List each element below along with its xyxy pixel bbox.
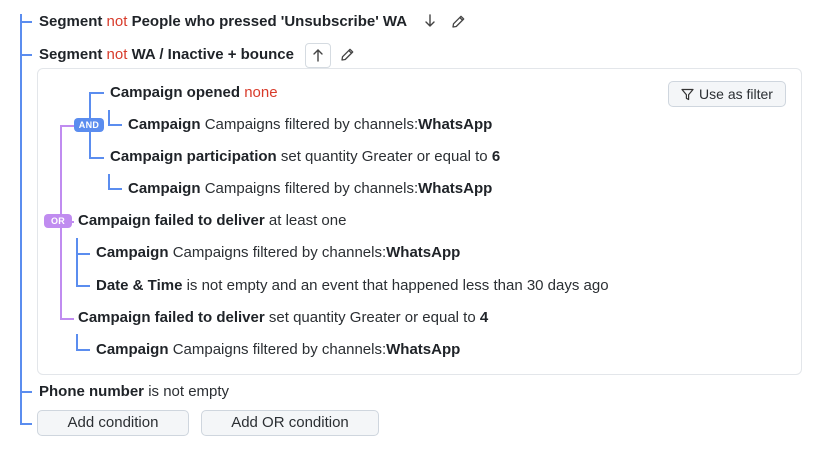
segment-label: Segment [39, 13, 103, 30]
or-connector-failed-2 [60, 318, 74, 320]
segment-condition-1[interactable]: Segment not People who pressed 'Unsubscr… [39, 12, 407, 32]
or-connector-top [60, 125, 74, 127]
or-badge: OR [44, 214, 72, 228]
arrow-up-icon[interactable] [305, 43, 331, 68]
condition-title: Campaign [96, 341, 169, 358]
condition-title: Phone number [39, 383, 145, 400]
negation-label: not [106, 46, 128, 63]
condition-campaign-failed-deliver[interactable]: Campaign failed to deliver at least one [78, 211, 346, 231]
negation-label: not [106, 13, 128, 30]
condition-campaign-participation[interactable]: Campaign participation set quantity Grea… [110, 147, 500, 167]
use-as-filter-label: Use as filter [699, 86, 773, 102]
condition-text: set quantity Greater or equal to [280, 148, 488, 165]
condition-title: Campaign [96, 244, 169, 261]
use-as-filter-button[interactable]: Use as filter [668, 81, 786, 107]
outer-tree-line [20, 14, 22, 425]
condition-title: Campaign [128, 116, 201, 133]
condition-campaign-channel[interactable]: Campaign Campaigns filtered by channels:… [128, 115, 492, 135]
segment-name: WA / Inactive + bounce [131, 46, 294, 63]
connector-segment-1 [20, 21, 32, 23]
pencil-icon[interactable] [445, 11, 471, 35]
segment-name: People who pressed 'Unsubscribe' WA [131, 13, 408, 30]
condition-text: set quantity Greater or equal to [268, 309, 476, 326]
segment-condition-2[interactable]: Segment not WA / Inactive + bounce [39, 45, 294, 65]
pencil-icon[interactable] [334, 44, 360, 68]
condition-text: Campaigns filtered by channels: [172, 341, 387, 358]
condition-campaign-channel[interactable]: Campaign Campaigns filtered by channels:… [96, 340, 460, 360]
add-condition-button[interactable]: Add condition [37, 410, 189, 436]
condition-title: Campaign opened [110, 84, 241, 101]
condition-value: WhatsApp [386, 244, 461, 261]
condition-text: is not empty and an event that happened … [186, 277, 609, 294]
condition-title: Campaign [128, 180, 201, 197]
funnel-icon [681, 88, 694, 101]
add-or-condition-button[interactable]: Add OR condition [201, 410, 379, 436]
arrow-down-icon[interactable] [417, 11, 443, 35]
condition-campaign-failed-deliver[interactable]: Campaign failed to deliver set quantity … [78, 308, 488, 328]
condition-title: Campaign failed to deliver [78, 212, 265, 229]
condition-value: WhatsApp [418, 180, 493, 197]
condition-title: Campaign participation [110, 148, 277, 165]
sub-connector-2 [108, 188, 122, 190]
condition-text: Campaigns filtered by channels: [204, 180, 419, 197]
failed-1-tree-line [76, 238, 78, 286]
and-badge: AND [74, 118, 104, 132]
condition-value: WhatsApp [386, 341, 461, 358]
condition-title: Date & Time [96, 277, 183, 294]
condition-text: is not empty [148, 383, 230, 400]
failed-1-connector-campaign [76, 253, 90, 255]
condition-text: at least one [268, 212, 347, 229]
condition-value: 6 [491, 148, 501, 165]
failed-2-connector-campaign [76, 349, 90, 351]
condition-text: Campaigns filtered by channels: [204, 116, 419, 133]
condition-campaign-opened[interactable]: Campaign opened none [110, 83, 278, 103]
condition-text: Campaigns filtered by channels: [172, 244, 387, 261]
connector-phone [20, 391, 32, 393]
condition-campaign-channel[interactable]: Campaign Campaigns filtered by channels:… [128, 179, 492, 199]
sub-connector-1 [108, 124, 122, 126]
condition-value: none [244, 84, 278, 101]
condition-phone-number[interactable]: Phone number is not empty [39, 382, 229, 402]
segment-label: Segment [39, 46, 103, 63]
condition-value: 4 [479, 309, 489, 326]
connector-segment-2 [20, 54, 32, 56]
failed-1-connector-date [76, 285, 90, 287]
condition-value: WhatsApp [418, 116, 493, 133]
connector-add [20, 423, 32, 425]
connector-campaign-participation [89, 157, 104, 159]
condition-campaign-channel[interactable]: Campaign Campaigns filtered by channels:… [96, 243, 460, 263]
condition-title: Campaign failed to deliver [78, 309, 265, 326]
condition-date-time[interactable]: Date & Time is not empty and an event th… [96, 276, 609, 296]
connector-campaign-opened [89, 92, 104, 94]
